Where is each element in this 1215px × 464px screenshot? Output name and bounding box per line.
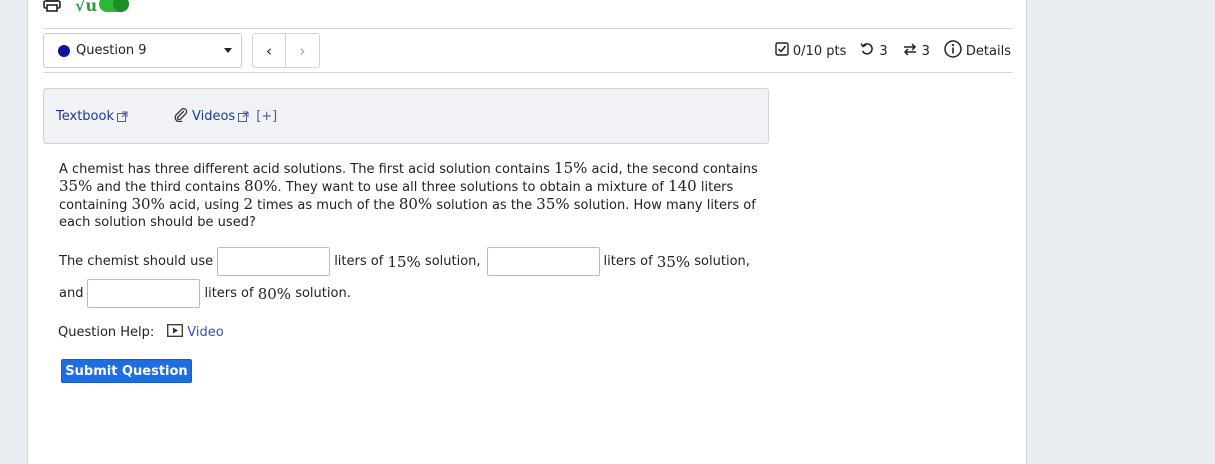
resources-box: Textbook Videos [+] [43,88,769,144]
question-text: A chemist has three different acid solut… [59,160,759,231]
answer-line-1: The chemist should use liters of 15% sol… [59,247,750,276]
top-toolbar: √u [43,0,130,16]
math-value: 35% [656,252,691,271]
math-value: 15% [387,252,421,271]
math-value: 80% [398,195,433,213]
next-question-button[interactable]: › [286,34,319,67]
play-video-icon [167,324,184,341]
question-status: 0/10 pts 3 3 Details [775,40,1011,62]
question-select[interactable]: Question 9 [43,33,242,68]
printer-icon[interactable] [43,0,61,12]
liters-15-input[interactable] [217,247,331,276]
checkbox-icon [775,42,789,60]
textbook-link[interactable]: Textbook [56,109,128,124]
question-text-part: times as much of the [253,198,399,213]
math-value: 140 [668,177,697,195]
question-help-label: Question Help: [58,325,155,340]
answer-text: solution. [295,286,351,301]
chevron-down-icon [224,48,232,53]
question-text-part: acid, using [164,198,244,213]
question-text-part: . They want to use all three solutions t… [277,180,669,195]
chevron-left-icon: ‹ [266,41,272,60]
question-select-label: Question 9 [76,43,147,58]
math-value: 80% [257,284,292,303]
question-text-part: acid, the second contains [587,162,758,177]
previous-question-button[interactable]: ‹ [253,34,286,67]
help-video-label: Video [187,325,224,340]
textbook-label: Textbook [56,108,114,124]
question-text-part: A chemist has three different acid solut… [59,162,555,177]
help-video-link[interactable]: Video [167,324,224,341]
question-text-part: and the third contains [92,180,245,195]
math-value: 30% [131,195,165,213]
attempts-icon [902,42,918,60]
question-card: √u Question 9 ‹ › 0/10 pts 3 3 Details T… [27,0,1027,464]
answer-and-text: and [59,286,84,301]
info-icon[interactable] [944,40,962,62]
answer-line-2: and liters of 80% solution. [59,279,351,308]
answer-text: solution, [694,254,750,269]
liters-35-input[interactable] [486,247,600,276]
answer-lead-text: The chemist should use [59,254,214,269]
external-link-icon [238,111,249,122]
math-value: 35% [536,195,570,213]
retries-count: 3 [879,43,888,59]
external-link-icon [116,111,128,122]
videos-label: Videos [191,108,236,124]
math-value: 35% [59,177,93,195]
answer-text: solution, [424,254,481,269]
answer-text: liters of [204,286,254,301]
question-text-part: solution as the [432,198,537,213]
math-value: 15% [554,159,588,177]
math-value: 80% [244,177,278,195]
question-status-dot [58,44,70,57]
details-link[interactable]: Details [966,44,1011,59]
answer-text: liters of [334,254,384,269]
math-toggle[interactable] [99,0,130,12]
submit-question-button[interactable]: Submit Question [61,359,192,383]
videos-link[interactable]: Videos [173,107,249,126]
math-entry-icon: √u [75,0,98,15]
retry-icon [860,42,875,60]
question-help: Question Help: Video [58,324,224,341]
paperclip-icon [173,107,189,126]
expand-resources-button[interactable]: [+] [256,109,277,124]
attempts-count: 3 [921,43,930,59]
chevron-right-icon: › [299,41,306,60]
divider-top [43,28,1013,29]
question-nav: ‹ › [252,33,320,68]
math-value: 2 [243,195,254,213]
divider-header [43,72,1013,73]
score-text: 0/10 pts [792,43,847,59]
answer-text: liters of [603,254,653,269]
liters-80-input[interactable] [87,279,201,308]
